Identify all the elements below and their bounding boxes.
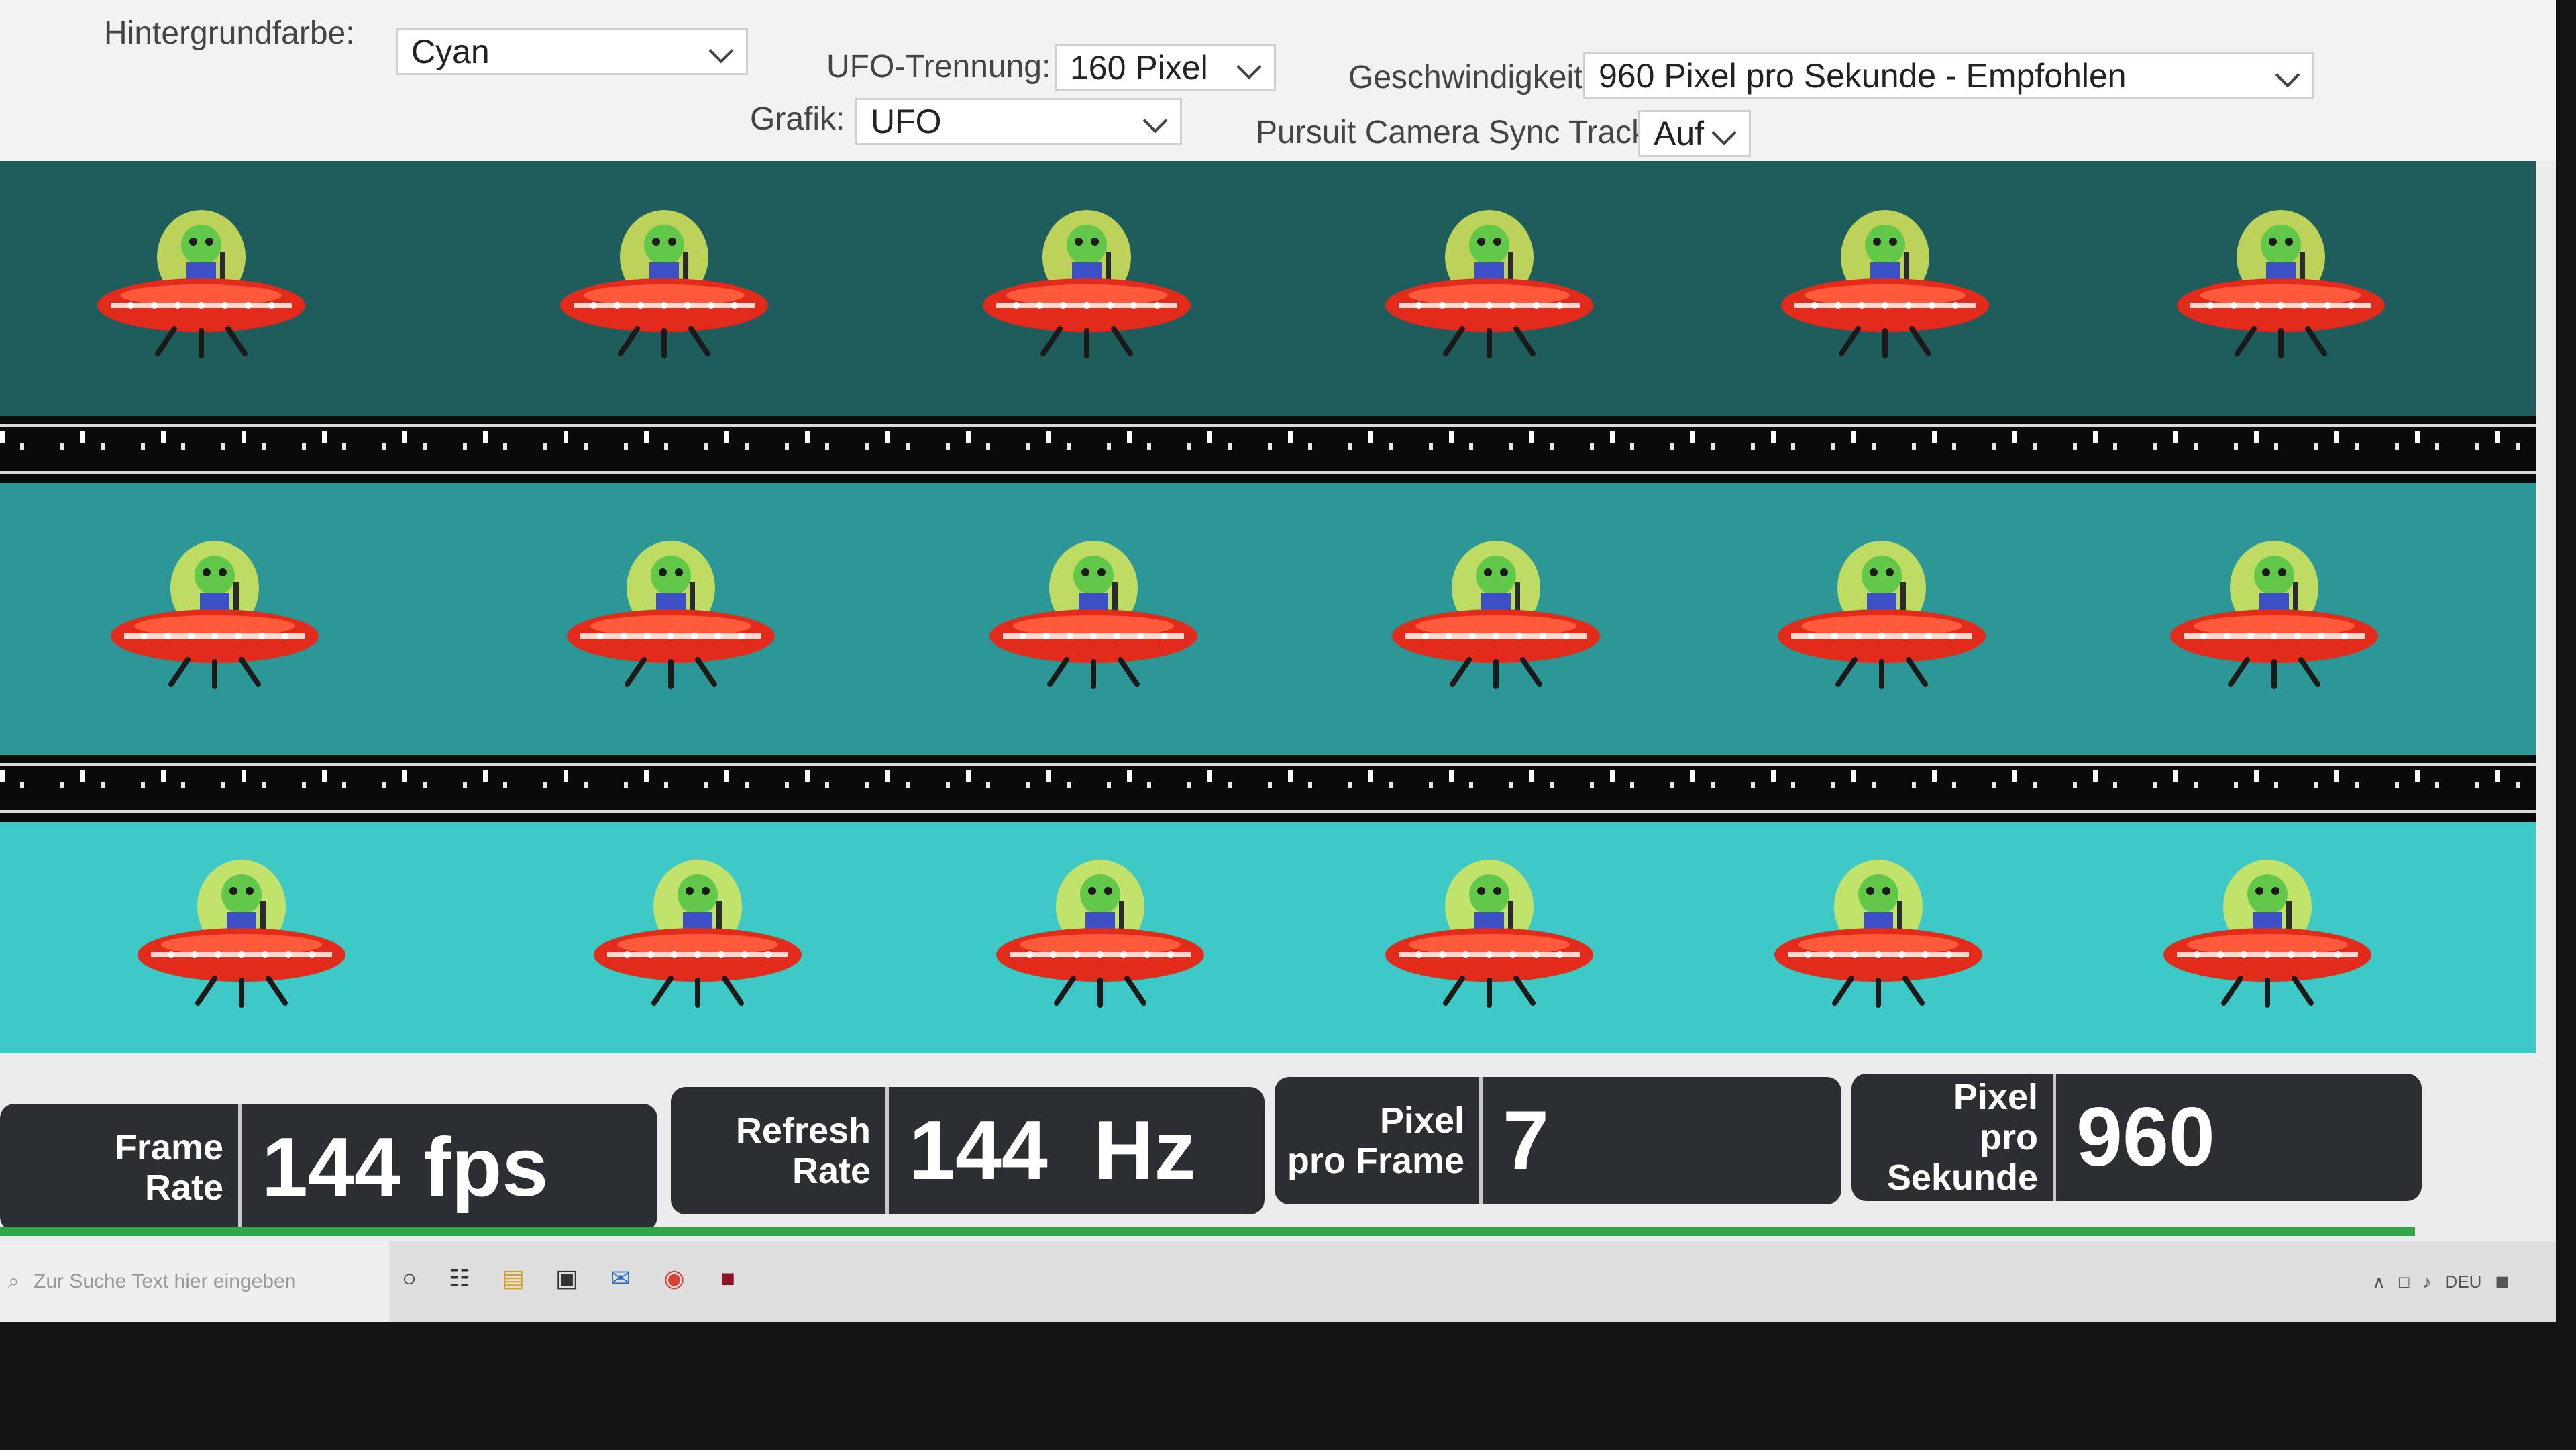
pixel-per-frame-value: 7 [1503, 1094, 1549, 1187]
ufo-separation-value: 160 Pixel [1070, 49, 1208, 87]
graphic-value: UFO [871, 103, 942, 140]
search-icon: ⌕ [8, 1270, 19, 1292]
chevron-down-icon [1711, 120, 1737, 146]
pixel-per-second-box: Pixel pro Sekunde 960 [1851, 1074, 2422, 1201]
ufo-sprite [2174, 205, 2388, 359]
volume-icon[interactable]: ♪ [2423, 1272, 2432, 1292]
ufo-separation-select[interactable]: 160 Pixel [1055, 44, 1276, 91]
ufo-sprite [1778, 205, 1992, 359]
mail-icon[interactable]: ✉ [607, 1265, 634, 1292]
graphic-select[interactable]: UFO [855, 98, 1182, 145]
ufo-sprite [134, 854, 349, 1008]
frame-rate-value: 144 fps [262, 1121, 549, 1214]
pixel-per-second-value: 960 [2076, 1091, 2215, 1184]
taskbar: ⌕ Zur Suche Text hier eingeben ○ ☷ ▤ ▣ ✉… [0, 1241, 2556, 1322]
ufo-sprite [590, 854, 805, 1008]
graphic-label: Grafik: [750, 101, 845, 137]
settings-bar: Hintergrundfarbe: Cyan UFO-Trennung: 160… [0, 0, 2556, 161]
ufo-sprite [1774, 535, 1989, 690]
file-explorer-icon[interactable]: ▤ [500, 1265, 527, 1292]
refresh-rate-value: 144 Hz [909, 1104, 1196, 1197]
cortana-icon[interactable]: ○ [396, 1265, 423, 1292]
ufo-sprite [993, 854, 1208, 1008]
ufo-sprite [557, 205, 771, 359]
ufo-sprite [94, 205, 309, 359]
pixel-per-frame-box: Pixel pro Frame 7 [1275, 1077, 1841, 1204]
browser-viewport: Hintergrundfarbe: Cyan UFO-Trennung: 160… [0, 0, 2556, 1322]
pixel-per-second-label: Pixel pro Sekunde [1851, 1074, 2056, 1201]
refresh-rate-box: Refresh Rate 144 Hz [671, 1087, 1265, 1214]
chevron-down-icon [708, 38, 734, 64]
language-indicator[interactable]: DEU [2445, 1272, 2482, 1292]
ufo-sprite [107, 535, 322, 690]
chevron-up-icon[interactable]: ∧ [2373, 1272, 2385, 1292]
ufo-lane-light [0, 822, 2536, 1053]
background-color-value: Cyan [411, 33, 490, 70]
ufo-sprite [1389, 535, 1603, 690]
chevron-down-icon [1142, 108, 1168, 134]
speed-value: 960 Pixel pro Sekunde - Empfohlen [1599, 57, 2127, 95]
frame-rate-label: Frame Rate [0, 1104, 241, 1231]
background-color-label: Hintergrundfarbe: [104, 15, 355, 51]
chevron-down-icon [1236, 54, 1262, 80]
store-icon[interactable]: ▣ [553, 1265, 580, 1292]
system-tray: ∧ □ ♪ DEU ■ [2373, 1241, 2509, 1322]
ufo-separation-label: UFO-Trennung: [826, 49, 1051, 85]
app-icon[interactable]: ■ [714, 1265, 741, 1292]
ufo-lane-mid [0, 483, 2536, 755]
ufo-sprite [1382, 205, 1597, 359]
chevron-down-icon [2275, 62, 2300, 88]
ufo-sprite [986, 535, 1201, 690]
ufo-sprite [564, 535, 778, 690]
frame-rate-box: Frame Rate 144 fps [0, 1104, 657, 1231]
ufo-lane-dark [0, 161, 2536, 416]
progress-line [0, 1227, 2415, 1236]
ufo-sprite [979, 205, 1194, 359]
sync-track-label: Pursuit Camera Sync Track: [1256, 115, 1657, 150]
chrome-icon[interactable]: ◉ [661, 1265, 688, 1292]
sync-track-select[interactable]: Auf [1638, 110, 1751, 157]
taskbar-search-placeholder: Zur Suche Text hier eingeben [34, 1270, 297, 1292]
background-color-select[interactable]: Cyan [396, 28, 748, 75]
sync-track-value: Auf [1654, 115, 1705, 152]
speed-select[interactable]: 960 Pixel pro Sekunde - Empfohlen [1583, 52, 2314, 99]
ufo-sprite [1771, 854, 1986, 1008]
sync-track-2 [0, 755, 2536, 822]
refresh-rate-label: Refresh Rate [671, 1087, 889, 1214]
sync-track-1 [0, 416, 2536, 483]
task-view-icon[interactable]: ☷ [446, 1265, 473, 1292]
notification-icon[interactable]: ■ [2495, 1269, 2509, 1295]
ufo-sprite [2167, 535, 2381, 690]
ufo-sprite [1382, 854, 1597, 1008]
pixel-per-frame-label: Pixel pro Frame [1275, 1077, 1483, 1204]
network-icon[interactable]: □ [2399, 1272, 2410, 1292]
speed-label: Geschwindigkeit: [1348, 60, 1592, 95]
taskbar-search-input[interactable]: ⌕ Zur Suche Text hier eingeben [0, 1241, 389, 1322]
ufo-sprite [2160, 854, 2375, 1008]
